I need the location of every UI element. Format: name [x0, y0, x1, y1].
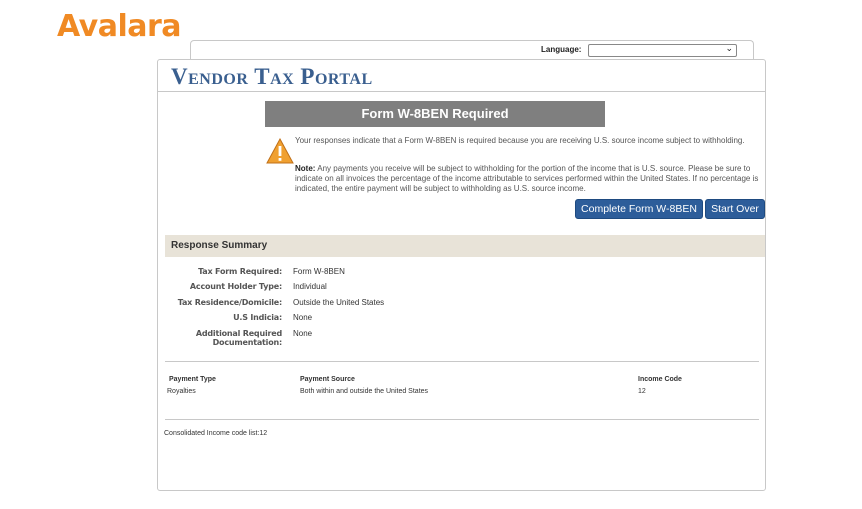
response-summary-header: Response Summary — [165, 235, 765, 257]
summary-value-residence: Outside the United States — [293, 298, 385, 307]
summary-value-indicia: None — [293, 313, 313, 322]
summary-label-residence: Tax Residence/Domicile: — [177, 298, 282, 307]
note-message: Note: Any payments you receive will be s… — [295, 164, 760, 194]
cell-payment-type: Royalties — [167, 388, 196, 395]
note-text: Any payments you receive will be subject… — [295, 164, 759, 193]
summary-label-account-type: Account Holder Type: — [189, 282, 282, 291]
column-header-payment-source: Payment Source — [300, 376, 355, 383]
required-message: Your responses indicate that a Form W-8B… — [295, 136, 745, 145]
note-label: Note: — [295, 164, 316, 173]
consolidated-income-codes: Consolidated Income code list:12 — [164, 430, 268, 437]
divider — [158, 91, 765, 92]
column-header-payment-type: Payment Type — [169, 376, 216, 383]
summary-value-account-type: Individual — [293, 282, 327, 291]
summary-label-indicia: U.S Indicia: — [233, 313, 282, 322]
summary-title: Response Summary — [171, 240, 268, 251]
warning-icon — [266, 138, 294, 164]
start-over-button[interactable]: Start Over — [705, 199, 765, 219]
summary-value-tax-form: Form W-8BEN — [293, 267, 345, 276]
summary-value-documentation: None — [293, 329, 313, 338]
language-select[interactable]: ⌄ — [588, 43, 737, 57]
language-label: Language: — [541, 45, 582, 54]
divider — [165, 361, 759, 362]
complete-form-button[interactable]: Complete Form W-8BEN — [575, 199, 703, 219]
main-panel: Vendor Tax Portal Form W-8BEN Required Y… — [157, 59, 766, 491]
avalara-logo: Avalara — [57, 9, 182, 44]
summary-label-tax-form: Tax Form Required: — [198, 267, 282, 276]
cell-payment-source: Both within and outside the United State… — [300, 388, 429, 395]
page-title: Vendor Tax Portal — [171, 64, 373, 89]
form-required-banner: Form W-8BEN Required — [265, 101, 605, 127]
summary-label-documentation: Additional Required Documentation: — [195, 329, 282, 347]
chevron-down-icon: ⌄ — [725, 43, 733, 53]
language-bar: Language: ⌄ — [190, 40, 754, 60]
cell-income-code: 12 — [638, 388, 646, 395]
divider — [165, 419, 759, 420]
column-header-income-code: Income Code — [638, 376, 682, 383]
logo-text: Avalara — [57, 9, 182, 44]
